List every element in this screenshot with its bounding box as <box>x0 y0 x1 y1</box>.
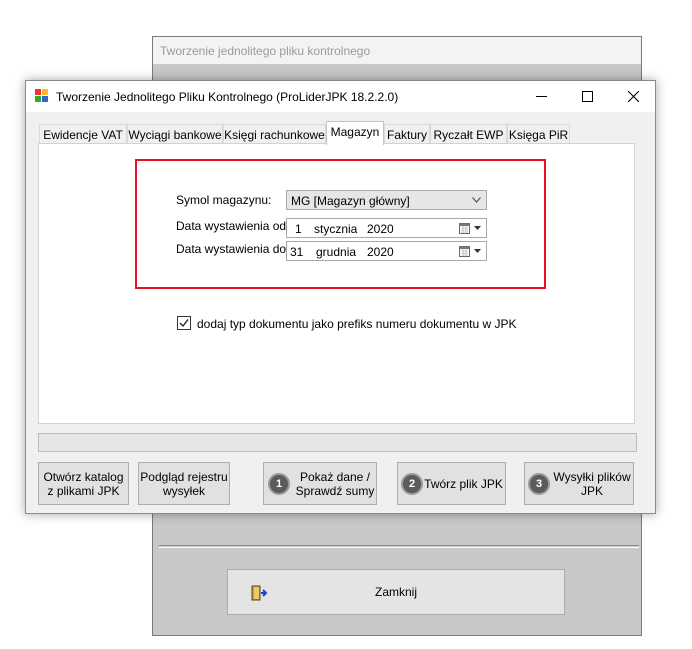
maximize-icon <box>582 91 593 102</box>
close-button[interactable]: Zamknij <box>227 569 565 615</box>
title-bar: Tworzenie Jednolitego Pliku Kontrolnego … <box>26 81 655 112</box>
warehouse-label: Symol magazynu: <box>176 193 272 207</box>
prefix-checkbox-label[interactable]: dodaj typ dokumentu jako prefiks numeru … <box>197 317 517 331</box>
date-to-month: grudnia <box>316 245 357 259</box>
progress-bar <box>38 433 637 452</box>
warehouse-select[interactable]: MG [Magazyn główny] <box>286 190 487 210</box>
tab-ksiega-pir[interactable]: Księga PiR <box>507 124 570 144</box>
prefix-checkbox[interactable] <box>177 316 191 330</box>
send-jpk-label-2: JPK <box>580 484 603 498</box>
open-folder-label-2: z plikami JPK <box>47 484 120 498</box>
date-to-label: Data wystawienia do: <box>176 242 290 256</box>
warehouse-select-value: MG [Magazyn główny] <box>291 194 410 208</box>
step-2-badge: 2 <box>401 473 423 495</box>
chevron-down-icon <box>472 197 481 203</box>
date-to-picker[interactable]: 31 grudnia 2020 <box>286 241 487 261</box>
date-from-label: Data wystawienia od: <box>176 219 290 233</box>
date-from-day: 1 <box>295 222 302 236</box>
tab-ewidencje-vat[interactable]: Ewidencje VAT <box>39 124 127 144</box>
app-icon <box>35 89 48 102</box>
magazyn-panel: Symol magazynu: MG [Magazyn główny] Data… <box>38 143 635 424</box>
show-data-label-1: Pokaż dane / <box>299 470 371 484</box>
show-data-label-2: Sprawdź sumy <box>295 484 375 498</box>
background-window-title: Tworzenie jednolitego pliku kontrolnego <box>153 37 641 65</box>
minimize-icon <box>536 96 547 97</box>
step-3-badge: 3 <box>528 473 550 495</box>
calendar-icon <box>459 223 470 234</box>
create-jpk-label: Twórz plik JPK <box>424 477 503 491</box>
preview-label-1: Podgląd rejestru <box>140 470 228 484</box>
tab-ryczalt-ewp[interactable]: Ryczałt EWP <box>430 124 507 144</box>
send-jpk-button[interactable]: 3 Wysyłki plików JPK <box>524 462 634 505</box>
date-from-picker[interactable]: 1 stycznia 2020 <box>286 218 487 238</box>
preview-label-2: wysyłek <box>162 484 205 498</box>
send-jpk-label-1: Wysyłki plików <box>553 470 631 484</box>
open-folder-label-1: Otwórz katalog <box>43 470 124 484</box>
dropdown-arrow-icon <box>474 249 481 253</box>
close-button-label: Zamknij <box>374 585 417 599</box>
tab-wyciagi-bankowe[interactable]: Wyciągi bankowe <box>127 124 223 144</box>
background-separator <box>159 545 639 548</box>
close-icon <box>628 91 639 102</box>
window-close-button[interactable] <box>611 81 657 112</box>
minimize-button[interactable] <box>519 81 565 112</box>
open-folder-button[interactable]: Otwórz katalog z plikami JPK <box>38 462 129 505</box>
date-to-year: 2020 <box>367 245 394 259</box>
calendar-icon <box>459 246 470 257</box>
date-from-year: 2020 <box>367 222 394 236</box>
preview-register-button[interactable]: Podgląd rejestru wysyłek <box>138 462 230 505</box>
checkmark-icon <box>179 319 189 328</box>
step-1-badge: 1 <box>268 473 290 495</box>
tab-faktury[interactable]: Faktury <box>384 124 430 144</box>
tab-ksiegi-rachunkowe[interactable]: Księgi rachunkowe <box>223 124 326 144</box>
dropdown-arrow-icon <box>474 226 481 230</box>
date-to-day: 31 <box>290 245 304 259</box>
maximize-button[interactable] <box>565 81 611 112</box>
show-data-button[interactable]: 1 Pokaż dane / Sprawdź sumy <box>263 462 377 505</box>
main-window: Tworzenie Jednolitego Pliku Kontrolnego … <box>25 80 656 514</box>
create-jpk-button[interactable]: 2 Twórz plik JPK <box>397 462 506 505</box>
window-title: Tworzenie Jednolitego Pliku Kontrolnego … <box>56 90 399 104</box>
tab-magazyn[interactable]: Magazyn <box>326 121 384 145</box>
date-from-month: stycznia <box>314 222 358 236</box>
